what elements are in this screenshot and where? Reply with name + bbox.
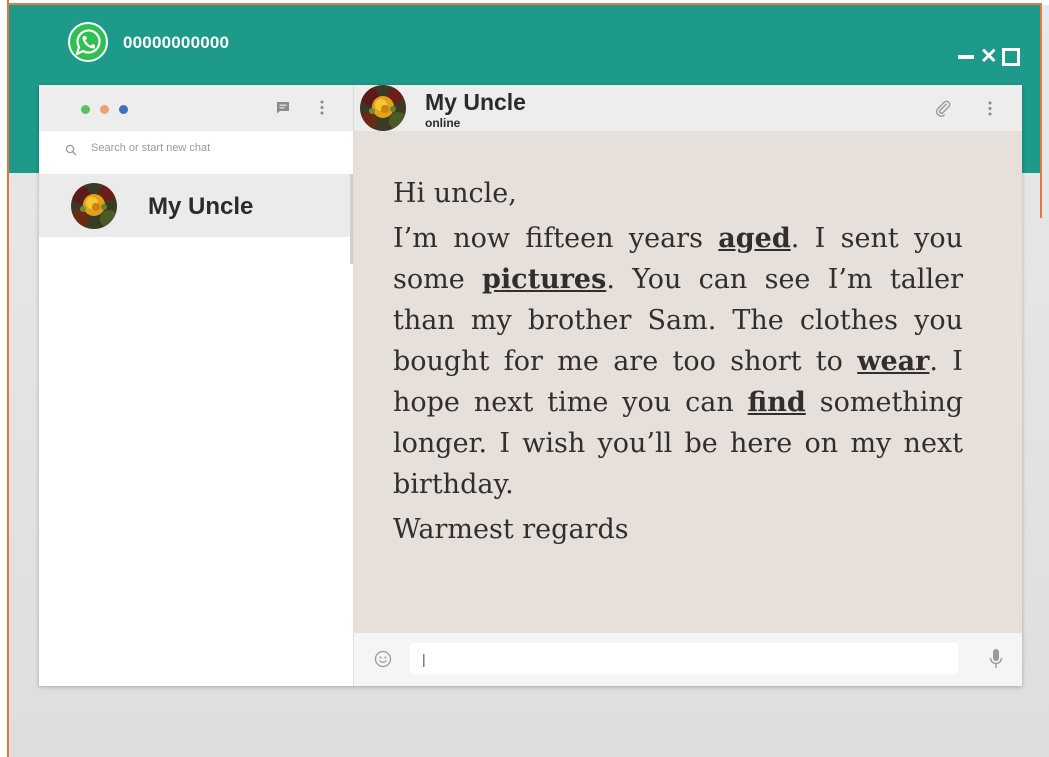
chat-list-item-name: My Uncle <box>148 193 254 220</box>
message-input[interactable] <box>410 643 958 674</box>
emoji-icon[interactable] <box>374 650 392 668</box>
screen-frame: 00000000000 ✕ Search or start new chat M… <box>0 0 1049 757</box>
flower-avatar <box>71 183 117 229</box>
highlighted-word: find <box>747 387 806 418</box>
sidebar-header <box>39 85 353 131</box>
message-closing: Warmest regards <box>393 514 629 545</box>
contact-avatar[interactable] <box>360 85 406 131</box>
close-icon[interactable]: ✕ <box>980 46 998 67</box>
status-dot-orange <box>100 105 109 114</box>
status-dot-green <box>81 105 90 114</box>
message-text: I’m now fifteen years <box>393 223 719 254</box>
message-bubble: Hi uncle, I’m now fifteen years aged. I … <box>393 173 963 550</box>
contact-name: My Uncle <box>425 89 526 115</box>
new-chat-icon[interactable] <box>276 101 290 114</box>
compose-bar <box>354 633 1022 686</box>
maximize-icon[interactable] <box>1002 48 1020 66</box>
frame-border-right <box>1040 3 1042 218</box>
search-input[interactable] <box>91 142 341 154</box>
chat-window: My Uncle My Uncle on <box>39 85 1022 686</box>
search-bar <box>39 135 353 169</box>
minimize-icon[interactable] <box>958 55 974 59</box>
conversation-menu-icon[interactable] <box>988 101 992 116</box>
attach-icon[interactable] <box>934 99 952 117</box>
highlighted-word: pictures <box>482 264 607 295</box>
message-greeting: Hi uncle, <box>393 178 517 209</box>
search-icon <box>65 144 77 156</box>
message-area: Hi uncle, I’m now fifteen years aged. I … <box>354 131 1022 633</box>
message-body: I’m now fifteen years aged. I sent you s… <box>393 218 963 505</box>
menu-icon[interactable] <box>320 100 324 115</box>
highlighted-word: aged <box>718 223 791 254</box>
contact-status: online <box>425 116 461 130</box>
phone-number: 00000000000 <box>123 33 230 52</box>
highlighted-word: wear <box>857 346 930 377</box>
conversation-header: My Uncle online <box>354 85 1022 131</box>
status-dot-blue <box>119 105 128 114</box>
whatsapp-logo-icon <box>68 22 108 62</box>
window-controls: ✕ <box>958 46 1020 68</box>
microphone-icon[interactable] <box>989 648 1003 670</box>
chat-list-item[interactable]: My Uncle <box>39 174 350 237</box>
